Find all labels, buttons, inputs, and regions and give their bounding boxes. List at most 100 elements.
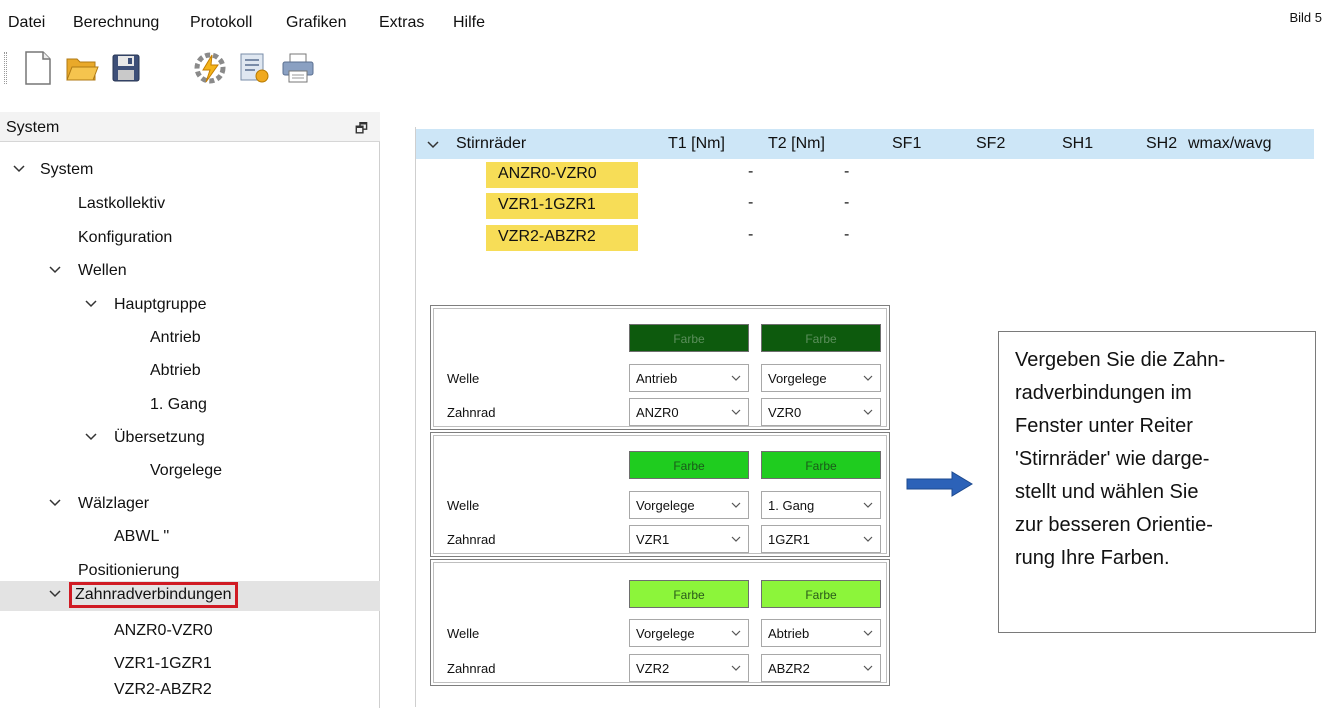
column-header-sf2[interactable]: SF2	[976, 135, 1005, 153]
open-folder-icon	[66, 58, 99, 81]
print-button[interactable]	[280, 50, 316, 86]
arrow-right-icon	[906, 471, 973, 497]
tree-item-anzr0-vzr0[interactable]: ANZR0-VZR0	[0, 617, 380, 647]
open-button[interactable]	[64, 50, 100, 86]
welle-select[interactable]: Vorgelege	[629, 619, 749, 647]
color-button[interactable]: Farbe	[761, 580, 881, 608]
chevron-down-icon	[863, 409, 873, 415]
callout-line: Fenster unter Reiter	[1015, 415, 1193, 437]
zahnrad-select[interactable]: 1GZR1	[761, 525, 881, 553]
tree-item-konfiguration[interactable]: Konfiguration	[0, 224, 380, 254]
color-button[interactable]: Farbe	[761, 451, 881, 479]
panel-header: System 🗗	[0, 112, 380, 142]
tree-item-hauptgruppe[interactable]: Hauptgruppe	[0, 291, 380, 321]
menu-bar: Datei Berechnung Protokoll Grafiken Extr…	[0, 0, 1330, 40]
column-header-t2[interactable]: T2 [Nm]	[768, 135, 825, 153]
tree-item-label: Vorgelege	[150, 462, 223, 479]
window-restore-icon[interactable]: 🗗	[355, 118, 368, 142]
column-header-wmax-wavg[interactable]: wmax/wavg	[1188, 135, 1272, 153]
menu-hilfe[interactable]: Hilfe	[453, 14, 485, 32]
tree-item-label: Konfiguration	[78, 229, 173, 246]
table-row[interactable]: ANZR0-VZR0 - -	[416, 160, 1314, 190]
column-header-stirnraeder[interactable]: Stirnräder	[456, 135, 526, 153]
chevron-down-icon[interactable]	[426, 138, 440, 152]
callout-line: 'Stirnräder' wie darge-	[1015, 448, 1210, 470]
chevron-down-icon[interactable]	[48, 496, 62, 510]
menu-grafiken[interactable]: Grafiken	[286, 14, 346, 32]
tree-item-abwl[interactable]: ABWL ''	[0, 523, 380, 553]
select-value: VZR2	[636, 661, 670, 676]
zahnrad-select[interactable]: VZR2	[629, 654, 749, 682]
table-row[interactable]: VZR1-1GZR1 - -	[416, 191, 1314, 221]
save-button[interactable]	[108, 50, 144, 86]
tree-item-label: Übersetzung	[114, 429, 205, 446]
callout-line: rung Ihre Farben.	[1015, 547, 1170, 569]
select-value: 1GZR1	[768, 532, 810, 547]
color-button[interactable]: Farbe	[629, 580, 749, 608]
column-header-sf1[interactable]: SF1	[892, 135, 921, 153]
calculate-button[interactable]	[192, 50, 228, 86]
select-value: ABZR2	[768, 661, 810, 676]
tree-item-label: Antrieb	[150, 329, 201, 346]
zahnrad-select[interactable]: VZR0	[761, 398, 881, 426]
welle-select[interactable]: Abtrieb	[761, 619, 881, 647]
tree-item-uebersetzung[interactable]: Übersetzung	[0, 424, 380, 454]
select-value: VZR1	[636, 532, 670, 547]
chevron-down-icon[interactable]	[84, 430, 98, 444]
select-value: Vorgelege	[636, 498, 695, 513]
report-icon	[240, 53, 269, 83]
welle-select[interactable]: 1. Gang	[761, 491, 881, 519]
welle-select[interactable]: Antrieb	[629, 364, 749, 392]
color-button[interactable]: Farbe	[629, 324, 749, 352]
chevron-down-icon	[731, 502, 741, 508]
color-button[interactable]: Farbe	[761, 324, 881, 352]
chevron-down-icon	[731, 409, 741, 415]
chevron-down-icon[interactable]	[12, 162, 26, 176]
gear-pair-tag: VZR1-1GZR1	[486, 193, 638, 219]
menu-datei[interactable]: Datei	[8, 14, 45, 32]
tree-item-label: ABWL ''	[114, 528, 170, 545]
chevron-down-icon[interactable]	[84, 297, 98, 311]
column-header-sh1[interactable]: SH1	[1062, 135, 1093, 153]
gear-pair-color-panel-2: Farbe Farbe Welle Vorgelege 1. Gang Zahn…	[430, 432, 890, 557]
t1-value: -	[748, 163, 754, 180]
menu-berechnung[interactable]: Berechnung	[73, 14, 159, 32]
welle-label: Welle	[447, 626, 480, 641]
menu-protokoll[interactable]: Protokoll	[190, 14, 252, 32]
tree-item-wellen[interactable]: Wellen	[0, 257, 380, 287]
chevron-down-icon[interactable]	[48, 587, 62, 601]
column-header-t1[interactable]: T1 [Nm]	[668, 135, 725, 153]
t1-value: -	[748, 194, 754, 211]
tree-item-lastkollektiv[interactable]: Lastkollektiv	[0, 190, 380, 220]
new-document-icon	[25, 51, 51, 85]
zahnrad-select[interactable]: ABZR2	[761, 654, 881, 682]
t1-value: -	[748, 226, 754, 243]
t2-value: -	[844, 163, 850, 180]
callout-line: radverbindungen im	[1015, 382, 1192, 404]
tree-item-zahnradverbindungen[interactable]: Zahnradverbindungen	[0, 581, 380, 611]
tree-item-system[interactable]: System	[0, 156, 380, 186]
tree-item-waelzlager[interactable]: Wälzlager	[0, 490, 380, 520]
report-button[interactable]	[236, 50, 272, 86]
tree-item-vzr2-abzr2[interactable]: VZR2-ABZR2	[0, 676, 380, 706]
tree-item-1-gang[interactable]: 1. Gang	[0, 391, 380, 421]
welle-select[interactable]: Vorgelege	[761, 364, 881, 392]
chevron-down-icon	[731, 665, 741, 671]
new-document-button[interactable]	[20, 50, 56, 86]
column-header-sh2[interactable]: SH2	[1146, 135, 1177, 153]
tree-item-label: Lastkollektiv	[78, 195, 166, 212]
chevron-down-icon[interactable]	[48, 263, 62, 277]
welle-select[interactable]: Vorgelege	[629, 491, 749, 519]
zahnrad-label: Zahnrad	[447, 405, 496, 420]
chevron-down-icon	[863, 502, 873, 508]
color-button[interactable]: Farbe	[629, 451, 749, 479]
tree-item-vorgelege[interactable]: Vorgelege	[0, 457, 380, 487]
zahnrad-select[interactable]: ANZR0	[629, 398, 749, 426]
panel-title: System	[6, 119, 60, 136]
zahnrad-select[interactable]: VZR1	[629, 525, 749, 553]
gear-pair-color-panel-1: Farbe Farbe Welle Antrieb Vorgelege Zahn…	[430, 305, 890, 430]
tree-item-abtrieb[interactable]: Abtrieb	[0, 357, 380, 387]
menu-extras[interactable]: Extras	[379, 14, 424, 32]
table-row[interactable]: VZR2-ABZR2 - -	[416, 223, 1314, 253]
tree-item-antrieb[interactable]: Antrieb	[0, 324, 380, 354]
